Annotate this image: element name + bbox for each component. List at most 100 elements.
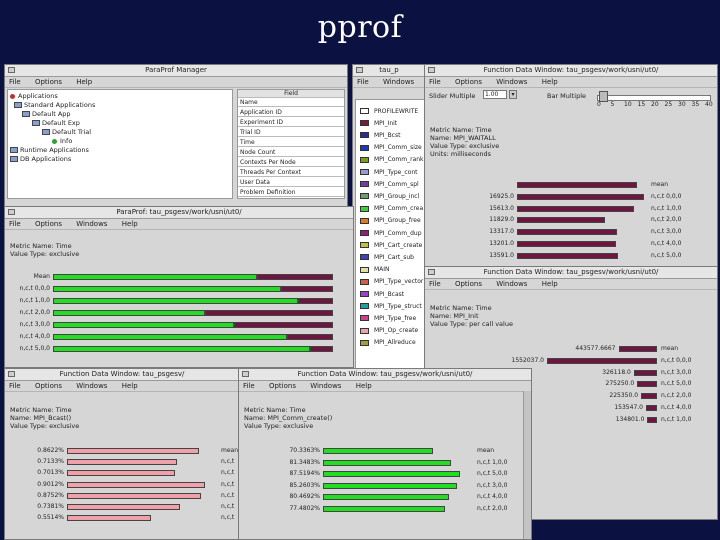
menu-options[interactable]: Options xyxy=(455,78,482,86)
field-row[interactable]: Node Count xyxy=(238,149,344,158)
bar[interactable] xyxy=(646,405,657,411)
function-window-bcast[interactable]: Function Data Window: tau_psgesv/ File O… xyxy=(4,368,240,540)
bar[interactable] xyxy=(641,393,657,400)
bar[interactable] xyxy=(517,252,619,259)
field-table[interactable]: Field Name Application ID Experiment ID Tri… xyxy=(237,89,345,199)
field-row[interactable]: Experiment ID xyxy=(238,119,344,128)
legend-swatch[interactable] xyxy=(360,242,369,249)
legend-swatch[interactable] xyxy=(360,291,369,297)
bar[interactable] xyxy=(67,515,151,522)
legend-label[interactable]: MPI_Cart_sub xyxy=(374,254,414,261)
menu-help[interactable]: Help xyxy=(542,78,558,86)
menu-windows[interactable]: Windows xyxy=(383,78,414,86)
legend-label[interactable]: PROFILEWRITE xyxy=(374,108,418,115)
manager-titlebar[interactable]: ParaProf Manager xyxy=(5,65,347,77)
main-titlebar[interactable]: ParaProf: tau_psgesv/work/usni/ut0/ xyxy=(5,207,353,219)
legend-label[interactable]: MPI_Type_vector xyxy=(374,278,423,285)
paraprof-manager-window[interactable]: ParaProf Manager File Options Help Appli… xyxy=(4,64,348,212)
bar[interactable] xyxy=(67,448,199,454)
legend-swatch[interactable] xyxy=(360,181,369,188)
menu-file[interactable]: File xyxy=(9,220,21,228)
menu-file[interactable]: File xyxy=(429,280,441,288)
legend-swatch[interactable] xyxy=(360,205,369,212)
legend-label[interactable]: MPI_Op_create xyxy=(374,327,418,334)
function-window-comm-create[interactable]: Function Data Window: tau_psgesv/work/us… xyxy=(238,368,532,540)
legend-swatch[interactable] xyxy=(360,217,369,224)
window-menu-icon[interactable] xyxy=(356,67,363,73)
legend-swatch[interactable] xyxy=(360,327,369,334)
bar-maroon[interactable] xyxy=(204,310,334,316)
window-menu-icon[interactable] xyxy=(8,371,15,377)
legend-swatch[interactable] xyxy=(360,132,369,139)
legend-label[interactable]: MPI_Bcst xyxy=(374,132,400,139)
legend-label[interactable]: MPI_Type_struct xyxy=(374,303,422,310)
bar-maroon[interactable] xyxy=(280,286,334,292)
menu-help[interactable]: Help xyxy=(122,382,138,390)
function-window-waitall[interactable]: Function Data Window: tau_psgesv/work/us… xyxy=(424,64,718,268)
bar[interactable] xyxy=(67,492,201,499)
function-titlebar[interactable]: Function Data Window: tau_psgesv/ xyxy=(5,369,239,381)
legend-swatch[interactable] xyxy=(360,120,369,127)
legend-label[interactable]: MPI_Comm_rank xyxy=(374,156,424,163)
legend-label[interactable]: MPI_Comm_crea xyxy=(374,205,423,212)
legend-swatch[interactable] xyxy=(360,230,369,236)
field-row[interactable]: Time xyxy=(238,139,344,148)
legend-swatch[interactable] xyxy=(360,108,369,114)
legend-label[interactable]: MPI_Group_free xyxy=(374,217,421,224)
bar-green[interactable] xyxy=(53,322,235,328)
bar[interactable] xyxy=(323,494,449,501)
legend-label[interactable]: MPI_Comm_size xyxy=(374,144,422,151)
field-row[interactable]: Problem Definition xyxy=(238,189,344,198)
menu-windows[interactable]: Windows xyxy=(496,280,527,288)
legend-swatch[interactable] xyxy=(360,266,369,273)
legend-label[interactable]: MPI_Bcast xyxy=(374,291,404,298)
bar[interactable] xyxy=(637,381,657,388)
menu-windows[interactable]: Windows xyxy=(496,78,527,86)
function-titlebar[interactable]: Function Data Window: tau_psgesv/work/us… xyxy=(425,65,717,77)
tree-runtime-applications[interactable]: Runtime Applications xyxy=(10,146,89,154)
field-row[interactable]: User Data xyxy=(238,179,344,188)
legend-swatch[interactable] xyxy=(360,144,369,151)
vertical-scrollbar[interactable] xyxy=(523,391,531,539)
menu-options[interactable]: Options xyxy=(35,78,62,86)
menu-options[interactable]: Options xyxy=(35,382,62,390)
bar-green[interactable] xyxy=(53,310,205,316)
bar[interactable] xyxy=(517,205,634,212)
field-row[interactable]: Threads Per Context xyxy=(238,169,344,178)
window-menu-icon[interactable] xyxy=(428,269,435,275)
legend-label[interactable]: MPI_Cart_create xyxy=(374,242,422,249)
bar-green[interactable] xyxy=(53,334,287,340)
window-menu-icon[interactable] xyxy=(428,67,435,73)
menu-windows[interactable]: Windows xyxy=(310,382,341,390)
menu-help[interactable]: Help xyxy=(122,220,138,228)
bar[interactable] xyxy=(323,471,460,478)
legend-titlebar[interactable]: tau_p xyxy=(353,65,425,77)
bar-maroon[interactable] xyxy=(309,346,334,352)
legend-swatch[interactable] xyxy=(360,254,369,261)
field-row[interactable]: Contexts Per Node xyxy=(238,159,344,168)
bar[interactable] xyxy=(547,357,657,364)
field-row[interactable]: Application ID xyxy=(238,109,344,118)
legend-label[interactable]: MPI_Type_free xyxy=(374,315,416,322)
menu-file[interactable]: File xyxy=(357,78,369,86)
legend-swatch[interactable] xyxy=(360,169,369,175)
legend-swatch[interactable] xyxy=(360,315,369,322)
bar[interactable] xyxy=(67,470,175,477)
bar-green[interactable] xyxy=(53,346,310,352)
bar[interactable] xyxy=(517,229,618,236)
legend-label[interactable]: MPI_Init xyxy=(374,120,397,127)
menu-file[interactable]: File xyxy=(429,78,441,86)
bar-green[interactable] xyxy=(53,298,299,304)
bar[interactable] xyxy=(323,459,451,466)
bar[interactable] xyxy=(517,182,637,188)
legend-swatch[interactable] xyxy=(360,193,369,200)
menu-file[interactable]: File xyxy=(9,78,21,86)
bar-maroon[interactable] xyxy=(286,334,334,340)
legend-swatch[interactable] xyxy=(360,156,369,163)
bar[interactable] xyxy=(647,416,657,423)
window-menu-icon[interactable] xyxy=(242,371,249,377)
legend-swatch[interactable] xyxy=(360,303,369,310)
field-row[interactable]: Trial ID xyxy=(238,129,344,138)
bar[interactable] xyxy=(323,448,433,454)
bar[interactable] xyxy=(517,193,645,200)
